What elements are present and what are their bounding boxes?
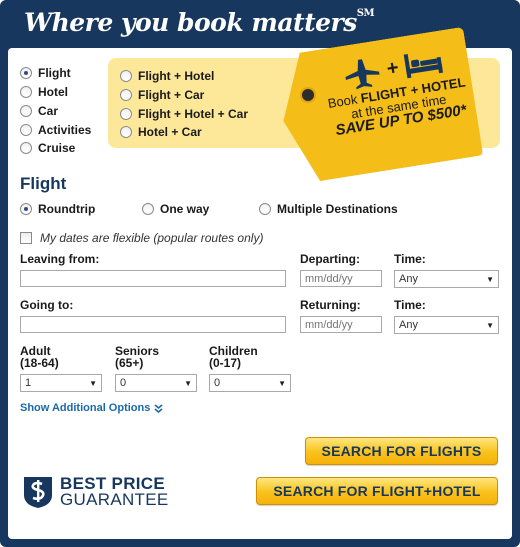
- guarantee-line2: GUARANTEE: [60, 490, 169, 509]
- seniors-count-value: 0: [120, 377, 127, 389]
- product-car[interactable]: Car: [20, 104, 58, 118]
- leaving-from-label: Leaving from:: [20, 252, 100, 266]
- bundle-hotel-car[interactable]: Hotel + Car: [120, 125, 202, 139]
- radio-flight-hotel[interactable]: [120, 70, 132, 82]
- tagline-text: Where you book matters: [24, 8, 357, 37]
- departing-time-select[interactable]: Any ▼: [394, 270, 499, 288]
- returning-time-select[interactable]: Any ▼: [394, 316, 499, 334]
- chevron-down-icon: ▼: [278, 378, 286, 388]
- trip-one-way-label: One way: [160, 202, 210, 216]
- seniors-age-range: (65+): [115, 356, 144, 370]
- radio-car[interactable]: [20, 105, 32, 117]
- trip-roundtrip[interactable]: Roundtrip: [20, 202, 95, 216]
- radio-activities[interactable]: [20, 124, 32, 136]
- product-cruise[interactable]: Cruise: [20, 141, 75, 155]
- radio-hotel[interactable]: [20, 86, 32, 98]
- returning-date-input[interactable]: [300, 316, 382, 333]
- departing-label: Departing:: [300, 252, 360, 266]
- search-flight-hotel-button[interactable]: SEARCH FOR FLIGHT+HOTEL: [256, 477, 498, 505]
- leaving-from-input[interactable]: [20, 270, 286, 287]
- show-additional-options-link[interactable]: Show Additional Options: [20, 402, 163, 414]
- radio-hotel-car[interactable]: [120, 126, 132, 138]
- bundle-flight-car[interactable]: Flight + Car: [120, 88, 204, 102]
- airplane-icon: [345, 59, 380, 90]
- promo-plus: +: [385, 56, 401, 80]
- trip-roundtrip-label: Roundtrip: [38, 202, 96, 216]
- chevron-down-icon: ▼: [184, 378, 192, 388]
- radio-cruise[interactable]: [20, 142, 32, 154]
- flexible-dates[interactable]: My dates are flexible (popular routes on…: [20, 231, 263, 245]
- flight-section-title: Flight: [20, 174, 67, 193]
- product-car-label: Car: [38, 104, 59, 118]
- chevron-down-icon: ▼: [486, 274, 494, 284]
- going-to-label: Going to:: [20, 298, 74, 312]
- radio-multiple[interactable]: [259, 203, 271, 215]
- children-count-select[interactable]: 0 ▼: [209, 374, 291, 392]
- product-activities[interactable]: Activities: [20, 123, 91, 137]
- seniors-count-select[interactable]: 0 ▼: [115, 374, 197, 392]
- departing-time-label: Time:: [394, 252, 426, 266]
- returning-time-label: Time:: [394, 298, 426, 312]
- bed-icon: [403, 54, 443, 79]
- bundle-hotel-car-label: Hotel + Car: [138, 125, 202, 139]
- going-to-input[interactable]: [20, 316, 286, 333]
- product-cruise-label: Cruise: [38, 141, 76, 155]
- product-flight[interactable]: Flight: [20, 66, 71, 80]
- show-additional-options-label: Show Additional Options: [20, 402, 151, 414]
- product-activities-label: Activities: [38, 123, 92, 137]
- product-hotel-label: Hotel: [38, 85, 68, 99]
- radio-one-way[interactable]: [142, 203, 154, 215]
- bundle-flight-hotel-car-label: Flight + Hotel + Car: [138, 107, 249, 121]
- children-label: Children (0-17): [209, 345, 258, 369]
- guarantee-text: BEST PRICE GUARANTEE: [60, 475, 169, 509]
- chevron-down-icon: ▼: [89, 378, 97, 388]
- bundle-flight-hotel[interactable]: Flight + Hotel: [120, 69, 214, 83]
- children-age-range: (0-17): [209, 356, 242, 370]
- trip-multiple-label: Multiple Destinations: [277, 202, 398, 216]
- radio-flight[interactable]: [20, 67, 32, 79]
- radio-flight-hotel-car[interactable]: [120, 108, 132, 120]
- chevron-down-icon: ▼: [486, 320, 494, 330]
- search-flights-button[interactable]: SEARCH FOR FLIGHTS: [305, 437, 498, 465]
- adult-count-select[interactable]: 1 ▼: [20, 374, 102, 392]
- flexible-dates-checkbox[interactable]: [20, 232, 32, 244]
- children-count-value: 0: [214, 377, 221, 389]
- adult-age-range: (18-64): [20, 356, 59, 370]
- flexible-dates-label: My dates are flexible (popular routes on…: [40, 231, 264, 245]
- seniors-label: Seniors (65+): [115, 345, 159, 369]
- double-chevron-down-icon: [154, 403, 163, 413]
- service-mark: SM: [356, 8, 375, 19]
- product-flight-label: Flight: [38, 66, 71, 80]
- bundle-flight-hotel-car[interactable]: Flight + Hotel + Car: [120, 107, 248, 121]
- trip-multiple[interactable]: Multiple Destinations: [259, 202, 398, 216]
- dollar-shield-icon: [24, 477, 52, 508]
- departing-time-value: Any: [399, 273, 418, 285]
- radio-flight-car[interactable]: [120, 89, 132, 101]
- tagline: Where you book mattersSM: [24, 8, 375, 37]
- bundle-flight-car-label: Flight + Car: [138, 88, 205, 102]
- adult-count-value: 1: [25, 377, 32, 389]
- product-hotel[interactable]: Hotel: [20, 85, 68, 99]
- radio-roundtrip[interactable]: [20, 203, 32, 215]
- returning-label: Returning:: [300, 298, 361, 312]
- departing-date-input[interactable]: [300, 270, 382, 287]
- trip-one-way[interactable]: One way: [142, 202, 209, 216]
- best-price-guarantee: BEST PRICE GUARANTEE: [20, 475, 169, 509]
- adult-label: Adult (18-64): [20, 345, 59, 369]
- bundle-flight-hotel-label: Flight + Hotel: [138, 69, 215, 83]
- returning-time-value: Any: [399, 319, 418, 331]
